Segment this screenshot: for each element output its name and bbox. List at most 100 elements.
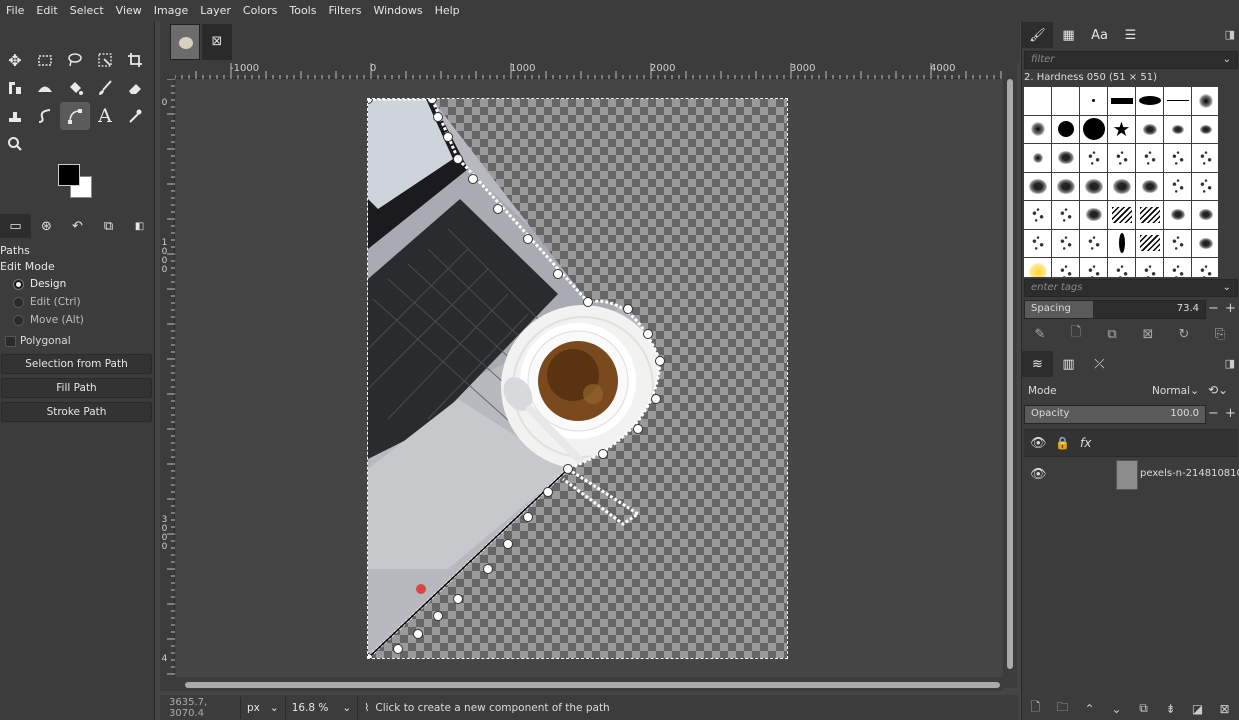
brush-preview[interactable] [1024, 115, 1051, 143]
composite-mode-icon[interactable]: ⟲⌄ [1208, 383, 1228, 397]
device-status-tab-icon[interactable]: ⊛ [31, 214, 62, 238]
raise-layer-icon[interactable]: ⌃ [1076, 702, 1103, 716]
channels-tab-icon[interactable]: ▥ [1053, 351, 1084, 377]
brush-preview[interactable] [1192, 115, 1218, 143]
brush-preview[interactable] [1136, 258, 1163, 277]
brush-preview[interactable] [1024, 258, 1051, 277]
brush-preview[interactable] [1164, 172, 1191, 200]
path-anchor-point[interactable] [427, 99, 437, 104]
path-anchor-point[interactable] [468, 174, 478, 184]
document-history-tab-icon[interactable]: ☰ [1115, 22, 1146, 48]
horizontal-scrollbar[interactable] [175, 677, 1003, 691]
path-anchor-point[interactable] [493, 204, 503, 214]
path-anchor-point[interactable] [483, 564, 493, 574]
layer-name[interactable]: pexels-n-2148108109-2 [1140, 468, 1239, 479]
brush-preview[interactable] [1052, 229, 1079, 257]
path-anchor-point[interactable] [523, 512, 533, 522]
eye-icon[interactable]: 👁 [1030, 436, 1047, 451]
open-brush-icon[interactable]: ⎘ [1202, 327, 1238, 342]
brush-preview[interactable] [1108, 172, 1135, 200]
move-icon[interactable]: ✥ [0, 46, 30, 74]
brush-preview[interactable] [1192, 172, 1218, 200]
menu-view[interactable]: View [110, 0, 148, 21]
brush-preview[interactable] [1080, 87, 1107, 115]
brush-preview[interactable] [1052, 258, 1079, 277]
menu-select[interactable]: Select [64, 0, 110, 21]
layer-row[interactable]: 👁 pexels-n-2148108109-2 [1024, 458, 1239, 492]
unit-select[interactable]: px ⌄ [240, 696, 285, 719]
menu-image[interactable]: Image [148, 0, 194, 21]
brush-preview[interactable] [1108, 144, 1135, 172]
brush-preview[interactable] [1136, 229, 1163, 257]
image-canvas[interactable] [175, 79, 1003, 677]
brush-preview[interactable] [1136, 144, 1163, 172]
eraser-icon[interactable] [120, 74, 150, 102]
zoom-select[interactable]: 16.8 % ⌄ [284, 696, 358, 719]
layers-tab-icon[interactable]: ≋ [1022, 351, 1053, 377]
brush-preview[interactable] [1052, 172, 1079, 200]
delete-layer-icon[interactable]: ⊠ [1211, 702, 1238, 716]
brush-preview[interactable] [1108, 201, 1135, 229]
path-anchor-point[interactable] [643, 329, 653, 339]
lock-icon[interactable]: 🔒 [1055, 436, 1070, 450]
lower-layer-icon[interactable]: ⌄ [1103, 702, 1130, 716]
path-anchor-point[interactable] [543, 487, 553, 497]
path-anchor-point[interactable] [553, 269, 563, 279]
images-tab-icon[interactable]: ⧉ [93, 214, 124, 238]
path-anchor-point[interactable] [563, 464, 573, 474]
dock-menu-icon[interactable]: ◨ [1225, 357, 1235, 370]
brush-preview[interactable] [1164, 87, 1191, 115]
brushes-tab-icon[interactable]: 🖌 [1022, 22, 1053, 48]
smudge-icon[interactable] [30, 102, 60, 130]
brush-preview[interactable] [1136, 172, 1163, 200]
path-anchor-point[interactable] [433, 611, 443, 621]
brush-preview[interactable] [1164, 144, 1191, 172]
plus-icon[interactable]: + [1225, 301, 1236, 316]
menu-layer[interactable]: Layer [194, 0, 237, 21]
brush-preview[interactable] [1108, 229, 1135, 257]
merge-layer-icon[interactable]: ⇟ [1157, 702, 1184, 716]
brush-preview[interactable] [1136, 201, 1163, 229]
color-picker-icon[interactable] [120, 102, 150, 130]
close-image-icon[interactable]: ⊠ [202, 24, 232, 60]
menu-filters[interactable]: Filters [322, 0, 367, 21]
path-anchor-point[interactable] [655, 356, 665, 366]
menu-edit[interactable]: Edit [30, 0, 63, 21]
brush-preview[interactable]: ★ [1108, 115, 1135, 143]
clone-icon[interactable] [0, 102, 30, 130]
horizontal-scrollbar-thumb[interactable] [185, 682, 1000, 688]
brush-preview[interactable] [1024, 172, 1051, 200]
selection-from-path-button[interactable]: Selection from Path [1, 354, 152, 374]
path-anchor-point[interactable] [523, 234, 533, 244]
brush-preview[interactable] [1080, 229, 1107, 257]
patterns-tab-icon[interactable]: ▦ [1053, 22, 1084, 48]
crop-icon[interactable] [120, 46, 150, 74]
brush-tags-input[interactable]: enter tags ⌄ [1024, 279, 1238, 297]
path-anchor-point[interactable] [598, 449, 608, 459]
brush-preview[interactable] [1080, 258, 1107, 277]
brush-preview[interactable] [1024, 229, 1051, 257]
brush-preview[interactable] [1080, 144, 1107, 172]
brush-preview[interactable] [1136, 115, 1163, 143]
brush-preview[interactable] [1108, 87, 1135, 115]
brush-preview[interactable] [1108, 258, 1135, 277]
horizontal-ruler[interactable]: -1000 0 1000 2000 3000 4000 [175, 63, 1003, 79]
path-anchor-point[interactable] [623, 304, 633, 314]
brush-preview[interactable] [1192, 201, 1218, 229]
brush-preview[interactable] [1192, 229, 1218, 257]
menu-help[interactable]: Help [429, 0, 466, 21]
mode-move-radio[interactable]: Move (Alt) [0, 311, 155, 329]
opacity-slider[interactable]: Opacity 100.0 [1024, 405, 1206, 424]
brush-preview[interactable] [1052, 201, 1079, 229]
fill-path-button[interactable]: Fill Path [1, 378, 152, 398]
paintbrush-icon[interactable] [90, 74, 120, 102]
brush-grid[interactable]: ★ [1024, 87, 1218, 277]
mode-edit-radio[interactable]: Edit (Ctrl) [0, 293, 155, 311]
paths-tab-icon[interactable]: ⤫ [1084, 351, 1115, 377]
path-anchor-point[interactable] [453, 594, 463, 604]
zoom-icon[interactable] [0, 130, 30, 158]
brush-preview[interactable] [1052, 115, 1079, 143]
rect-select-icon[interactable] [30, 46, 60, 74]
fx-icon[interactable]: fx [1080, 436, 1091, 450]
layer-mode-select[interactable]: Mode Normal ⌄ ⟲⌄ [1024, 382, 1238, 402]
